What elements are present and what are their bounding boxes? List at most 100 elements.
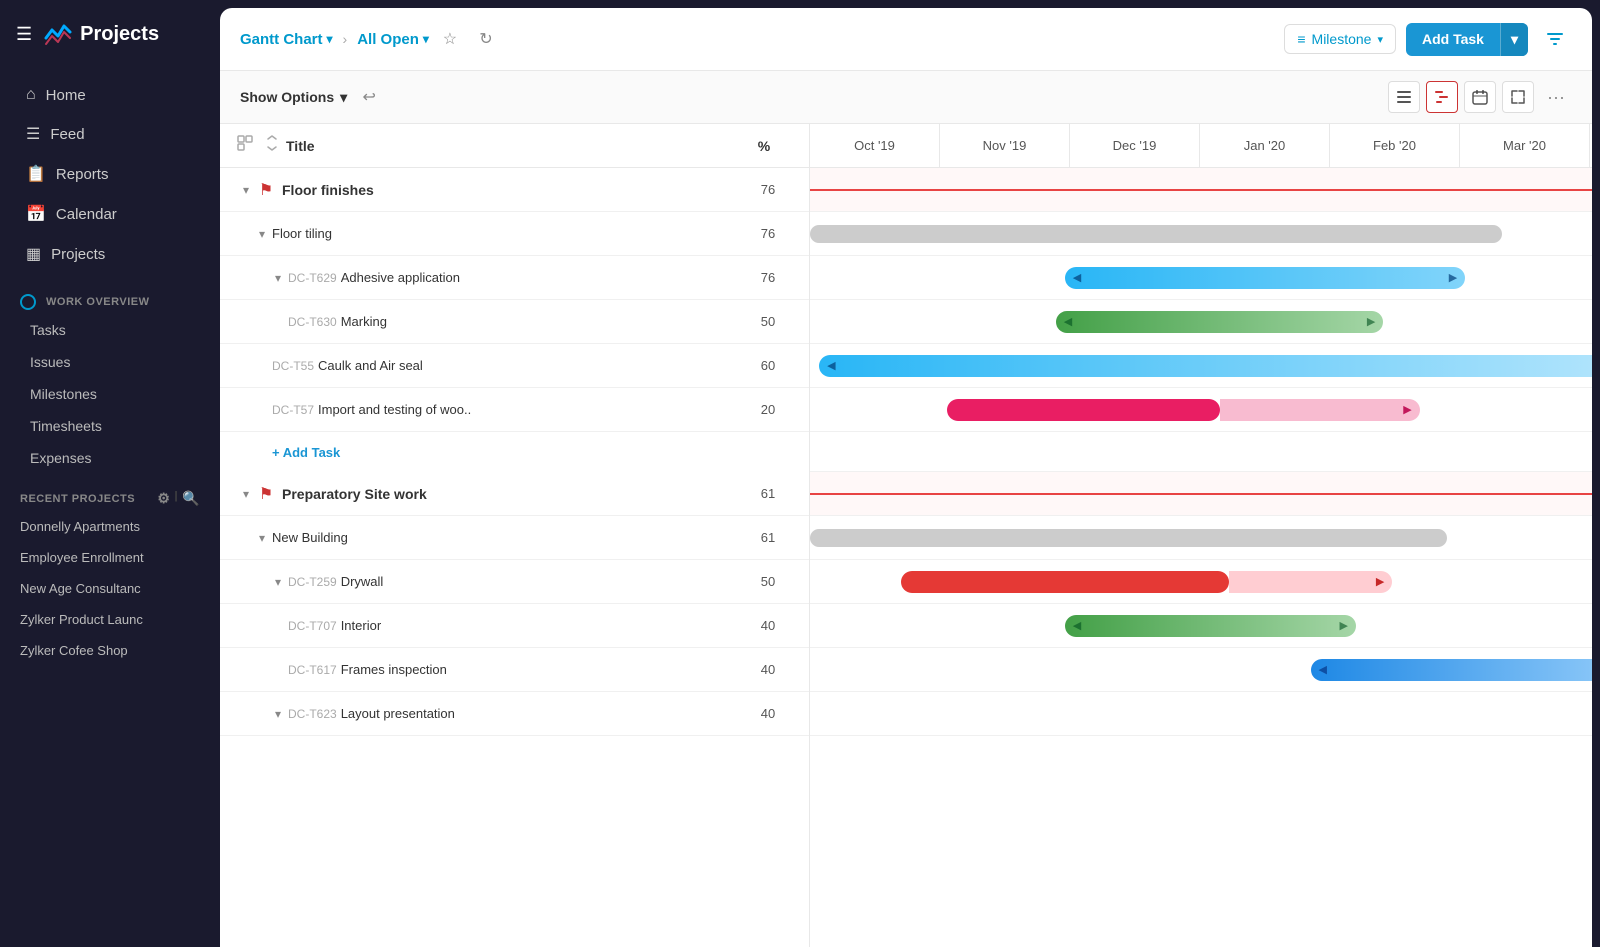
work-overview-section: WORK OVERVIEW <box>0 282 220 314</box>
table-row[interactable]: ▾ New Building 61 <box>220 516 809 560</box>
table-row[interactable]: ▾ DC-T623 Layout presentation 40 <box>220 692 809 736</box>
star-button[interactable]: ☆ <box>435 24 465 54</box>
expand-button[interactable] <box>1502 81 1534 113</box>
chevron-icon[interactable]: ▾ <box>236 180 256 200</box>
table-row[interactable]: DC-T707 Interior 40 <box>220 604 809 648</box>
table-row[interactable]: ▾ Floor tiling 76 <box>220 212 809 256</box>
hamburger-icon[interactable]: ☰ <box>16 24 32 45</box>
task-id: DC-T259 <box>288 575 337 589</box>
recent-project-0[interactable]: Donnelly Apartments <box>0 511 220 542</box>
chevron-icon[interactable]: ▾ <box>268 704 288 724</box>
filter-button[interactable] <box>1538 22 1572 56</box>
table-row[interactable]: ▾ ⚑ Preparatory Site work 61 <box>220 472 809 516</box>
calendar-view-icon <box>1472 89 1488 105</box>
table-row[interactable]: ▾ DC-T259 Drywall 50 <box>220 560 809 604</box>
task-list-header: Title % <box>220 124 810 168</box>
sort-icon[interactable] <box>264 135 280 151</box>
table-row[interactable]: DC-T57 Import and testing of woo.. 20 <box>220 388 809 432</box>
calendar-view-button[interactable] <box>1464 81 1496 113</box>
chevron-icon[interactable]: ▾ <box>268 572 288 592</box>
gantt-row-1 <box>810 212 1592 256</box>
sidebar-item-home[interactable]: ⌂ Home <box>6 76 214 114</box>
sidebar-item-projects[interactable]: ▦ Projects <box>6 234 214 274</box>
chevron-icon[interactable]: ▾ <box>252 224 272 244</box>
table-row[interactable]: DC-T617 Frames inspection 40 <box>220 648 809 692</box>
work-overview-label: WORK OVERVIEW <box>46 296 149 308</box>
gantt-row-4: ◀ ▶ <box>810 344 1592 388</box>
toolbar: Show Options ▾ ↩ <box>220 71 1592 124</box>
sidebar: ☰ Projects ⌂ Home ☰ Feed 📋 Reports 📅 Cal… <box>0 0 220 947</box>
table-row[interactable]: DC-T55 Caulk and Air seal 60 <box>220 344 809 388</box>
main-content: Gantt Chart ▾ › All Open ▾ ☆ ↻ ≡ Milesto… <box>220 8 1592 947</box>
table-row[interactable]: ▾ DC-T629 Adhesive application 76 <box>220 256 809 300</box>
gantt-container: Title % ▾ ⚑ Floor finishes 76 ▾ Floor ti… <box>220 124 1592 947</box>
task-pct: 61 <box>743 530 793 545</box>
gantt-body: ▶ − + <box>810 168 1592 736</box>
sidebar-item-tasks[interactable]: Tasks <box>0 314 220 346</box>
add-task-button[interactable]: Add Task ▾ <box>1406 23 1528 56</box>
task-name: Preparatory Site work <box>282 486 743 502</box>
breadcrumb-gantt[interactable]: Gantt Chart ▾ <box>240 31 333 48</box>
add-task-main[interactable]: Add Task <box>1406 23 1500 55</box>
sidebar-item-timesheets[interactable]: Timesheets <box>0 410 220 442</box>
chevron-down-icon-5: ▾ <box>340 89 347 106</box>
gantt-month-3: Jan '20 <box>1200 124 1330 167</box>
chevron-icon[interactable]: ▾ <box>252 528 272 548</box>
recent-project-1[interactable]: Employee Enrollment <box>0 542 220 573</box>
chevron-icon[interactable]: ▾ <box>236 484 256 504</box>
breadcrumb-filter-label: All Open <box>357 31 419 48</box>
topbar-left: Gantt Chart ▾ › All Open ▾ ☆ ↻ <box>240 24 1276 54</box>
list-view-button[interactable] <box>1388 81 1420 113</box>
task-pct: 40 <box>743 662 793 677</box>
add-task-dropdown[interactable]: ▾ <box>1500 23 1528 56</box>
task-name: New Building <box>272 530 743 545</box>
sidebar-item-issues[interactable]: Issues <box>0 346 220 378</box>
gantt-row-9: ▶ <box>810 560 1592 604</box>
task-name: Layout presentation <box>341 706 743 721</box>
logo-icon <box>42 18 74 50</box>
refresh-button[interactable]: ↻ <box>471 24 501 54</box>
topbar: Gantt Chart ▾ › All Open ▾ ☆ ↻ ≡ Milesto… <box>220 8 1592 71</box>
sidebar-item-expenses[interactable]: Expenses <box>0 442 220 474</box>
task-id: DC-T630 <box>288 315 337 329</box>
gantt-month-6: Apr '20 <box>1590 124 1592 167</box>
sidebar-item-calendar[interactable]: 📅 Calendar <box>6 194 214 234</box>
gantt-row-2: ◀ ▶ <box>810 256 1592 300</box>
more-options-button[interactable]: ··· <box>1540 81 1572 113</box>
gantt-row-10: ◀ ▶ <box>810 604 1592 648</box>
sidebar-item-label: Home <box>46 87 86 104</box>
table-expand-icon[interactable] <box>236 134 254 152</box>
expand-col <box>236 134 264 157</box>
recent-projects-label: RECENT PROJECTS <box>20 493 135 505</box>
gantt-view-button[interactable] <box>1426 81 1458 113</box>
table-row[interactable]: ▾ ⚑ Floor finishes 76 <box>220 168 809 212</box>
sidebar-item-reports[interactable]: 📋 Reports <box>6 154 214 194</box>
milestone-button[interactable]: ≡ Milestone ▾ <box>1284 24 1396 54</box>
chevron-icon[interactable]: ▾ <box>268 268 288 288</box>
add-task-row[interactable]: + Add Task <box>220 432 809 472</box>
undo-button[interactable]: ↩ <box>355 83 383 111</box>
filter-icon[interactable]: ⚙ <box>157 490 170 507</box>
gantt-chart: Oct '19 Nov '19 Dec '19 Jan '20 Feb '20 … <box>810 124 1592 947</box>
recent-project-4[interactable]: Zylker Cofee Shop <box>0 635 220 666</box>
breadcrumb-filter[interactable]: All Open ▾ <box>357 31 429 48</box>
recent-project-3[interactable]: Zylker Product Launc <box>0 604 220 635</box>
topbar-right: ≡ Milestone ▾ Add Task ▾ <box>1284 22 1572 56</box>
gantt-header: Oct '19 Nov '19 Dec '19 Jan '20 Feb '20 … <box>810 124 1592 168</box>
recent-project-2[interactable]: New Age Consultanc <box>0 573 220 604</box>
search-icon[interactable]: 🔍 <box>182 490 200 507</box>
task-pct: 40 <box>743 618 793 633</box>
chevron-down-icon-4: ▾ <box>1511 31 1518 47</box>
task-pct: 76 <box>743 182 793 197</box>
divider: | <box>174 490 178 507</box>
task-list: Title % ▾ ⚑ Floor finishes 76 ▾ Floor ti… <box>220 124 810 947</box>
flag-icon: ⚑ <box>256 180 276 200</box>
reports-icon: 📋 <box>26 164 46 184</box>
gantt-row-0: ▶ − + <box>810 168 1592 212</box>
sidebar-item-milestones[interactable]: Milestones <box>0 378 220 410</box>
add-task-link[interactable]: + Add Task <box>272 445 340 460</box>
show-options-button[interactable]: Show Options ▾ <box>240 89 347 106</box>
sidebar-item-feed[interactable]: ☰ Feed <box>6 114 214 154</box>
table-row[interactable]: DC-T630 Marking 50 <box>220 300 809 344</box>
task-pct: 61 <box>743 486 793 501</box>
